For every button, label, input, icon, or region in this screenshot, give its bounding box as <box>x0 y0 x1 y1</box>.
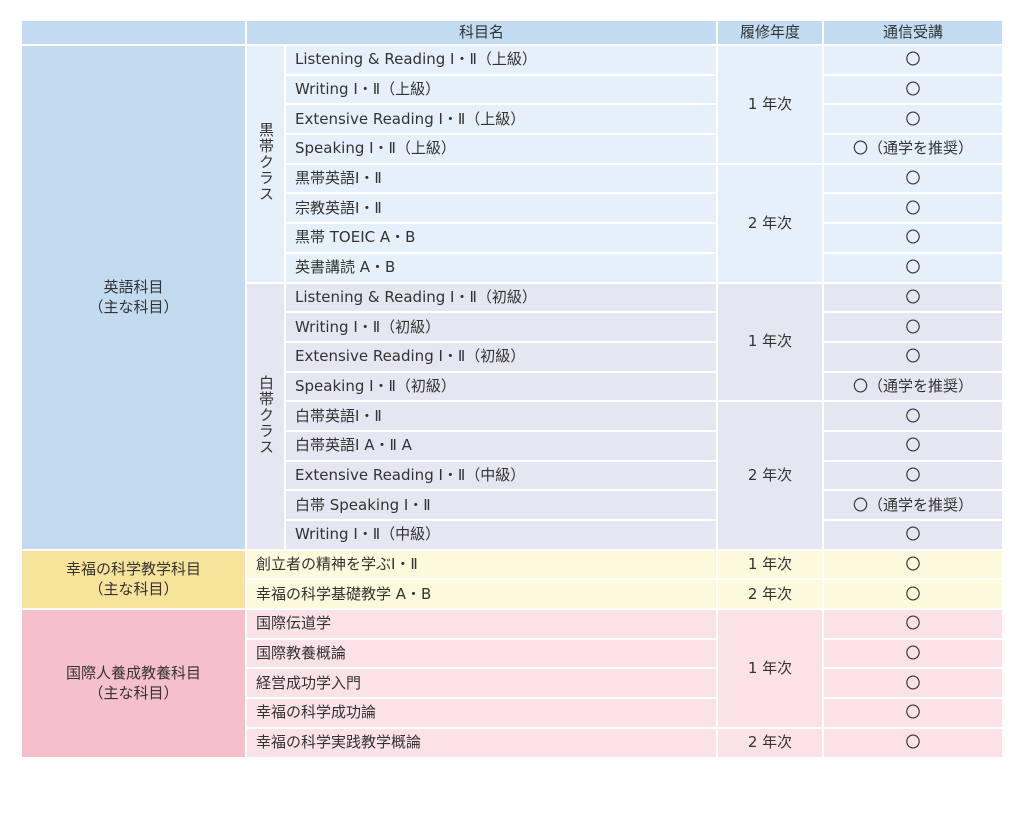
subject-cell: Speaking Ⅰ・Ⅱ（上級） <box>283 133 719 165</box>
subject-cell: 創立者の精神を学ぶⅠ・Ⅱ <box>244 548 719 581</box>
subject-cell: 白帯 Speaking Ⅰ・Ⅱ <box>283 489 719 521</box>
subject-cell: 宗教英語Ⅰ・Ⅱ <box>283 192 719 225</box>
year-cell: 1 年次 <box>716 44 825 165</box>
subject-cell: 英書講読 A・B <box>283 251 719 284</box>
subject-cell: 幸福の科学成功論 <box>244 697 719 729</box>
subject-cell: 白帯英語Ⅰ A・Ⅱ A <box>283 429 719 462</box>
correspondence-cell: 〇 <box>822 519 1005 551</box>
header-subject: 科目名 <box>244 19 719 46</box>
subject-cell: Writing Ⅰ・Ⅱ（初級） <box>283 311 719 343</box>
correspondence-cell: 〇 <box>822 726 1005 759</box>
table-row: 幸福の科学教学科目 （主な科目） 創立者の精神を学ぶⅠ・Ⅱ 1 年次 〇 <box>20 548 1005 611</box>
correspondence-cell: 〇 <box>822 311 1005 343</box>
class-label-black-belt: 黒帯クラス <box>245 44 286 284</box>
subject-cell: 黒帯英語Ⅰ・Ⅱ <box>283 162 719 195</box>
subject-cell: 黒帯 TOEIC A・B <box>283 222 719 254</box>
correspondence-cell: 〇 <box>822 281 1005 314</box>
correspondence-cell: 〇 <box>822 340 1005 373</box>
table-row: 英語科目 （主な科目） 黒帯クラス Listening & Reading Ⅰ・… <box>20 44 1005 551</box>
subject-cell: 幸福の科学基礎教学 A・B <box>244 578 719 611</box>
category-english: 英語科目 （主な科目） <box>20 44 247 551</box>
subject-cell: Extensive Reading Ⅰ・Ⅱ（中級） <box>283 459 719 492</box>
correspondence-cell: 〇 <box>822 44 1005 76</box>
category-liberal-arts: 国際人養成教養科目 （主な科目） <box>20 608 247 759</box>
category-doctrine: 幸福の科学教学科目 （主な科目） <box>20 548 247 611</box>
subject-cell: Extensive Reading Ⅰ・Ⅱ（上級） <box>283 103 719 136</box>
correspondence-cell: 〇 <box>822 192 1005 225</box>
year-cell: 2 年次 <box>716 162 825 284</box>
header-year: 履修年度 <box>716 19 825 46</box>
correspondence-cell: 〇 <box>822 637 1005 670</box>
year-cell: 1 年次 <box>716 548 825 581</box>
subject-cell: 国際伝道学 <box>244 608 719 640</box>
year-cell: 2 年次 <box>716 578 825 611</box>
subject-cell: 白帯英語Ⅰ・Ⅱ <box>283 400 719 432</box>
subject-cell: Listening & Reading Ⅰ・Ⅱ（上級） <box>283 44 719 76</box>
subject-cell: 幸福の科学実践教学概論 <box>244 726 719 759</box>
subject-cell: Writing Ⅰ・Ⅱ（上級） <box>283 73 719 106</box>
year-cell: 2 年次 <box>716 400 825 551</box>
table-row: 国際人養成教養科目 （主な科目） 国際伝道学 1 年次 〇 <box>20 608 1005 759</box>
subject-cell: 国際教養概論 <box>244 637 719 670</box>
correspondence-cell: 〇 <box>822 400 1005 432</box>
correspondence-cell: 〇 <box>822 222 1005 254</box>
correspondence-cell: 〇 <box>822 697 1005 729</box>
correspondence-cell: 〇（通学を推奨） <box>822 489 1005 521</box>
subject-cell: Writing Ⅰ・Ⅱ（中級） <box>283 519 719 551</box>
year-cell: 2 年次 <box>716 726 825 759</box>
subject-cell: 経営成功学入門 <box>244 667 719 700</box>
class-label-white-belt: 白帯クラス <box>245 281 286 551</box>
subject-cell: Speaking Ⅰ・Ⅱ（初級） <box>283 370 719 403</box>
year-cell: 1 年次 <box>716 608 825 729</box>
subject-cell: Extensive Reading Ⅰ・Ⅱ（初級） <box>283 340 719 373</box>
correspondence-cell: 〇 <box>822 251 1005 284</box>
correspondence-cell: 〇（通学を推奨） <box>822 370 1005 403</box>
correspondence-cell: 〇（通学を推奨） <box>822 133 1005 165</box>
curriculum-table: 科目名 履修年度 通信受講 英語科目 （主な科目） 黒帯クラス Listenin… <box>20 19 1005 759</box>
subject-cell: Listening & Reading Ⅰ・Ⅱ（初級） <box>283 281 719 314</box>
table-header-row: 科目名 履修年度 通信受講 <box>20 19 1005 46</box>
correspondence-cell: 〇 <box>822 667 1005 700</box>
correspondence-cell: 〇 <box>822 162 1005 195</box>
correspondence-cell: 〇 <box>822 429 1005 462</box>
correspondence-cell: 〇 <box>822 548 1005 581</box>
year-cell: 1 年次 <box>716 281 825 403</box>
correspondence-cell: 〇 <box>822 459 1005 492</box>
correspondence-cell: 〇 <box>822 608 1005 640</box>
correspondence-cell: 〇 <box>822 578 1005 611</box>
correspondence-cell: 〇 <box>822 103 1005 136</box>
header-correspondence: 通信受講 <box>822 19 1005 46</box>
correspondence-cell: 〇 <box>822 73 1005 106</box>
